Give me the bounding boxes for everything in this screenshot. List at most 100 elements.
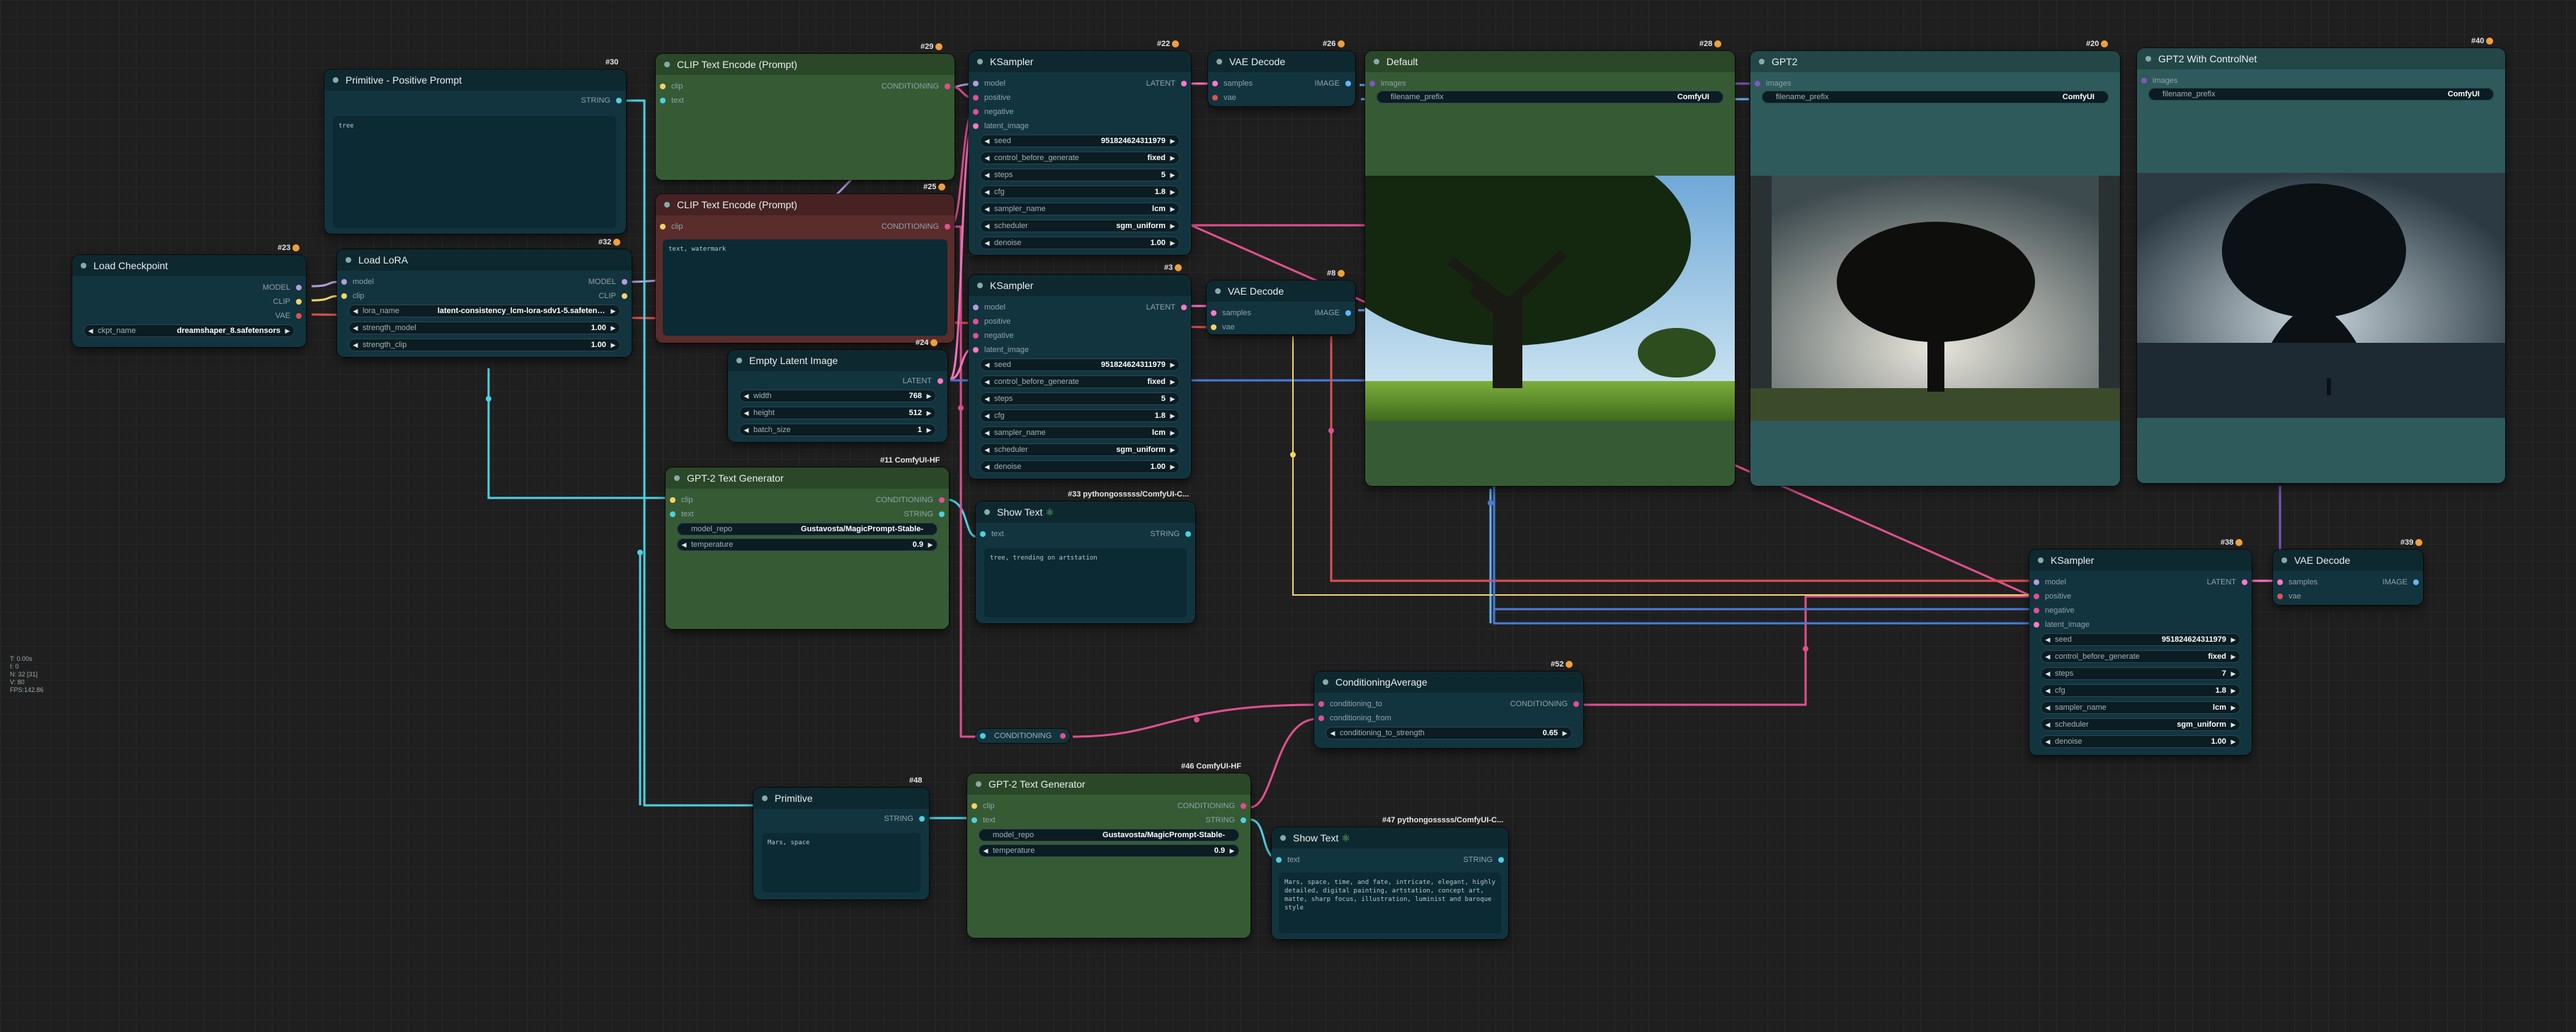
output-conditioning[interactable]: CONDITIONING — [882, 221, 939, 232]
input-clip[interactable]: clip — [983, 800, 995, 812]
widget-scheduler[interactable]: ◀ scheduler sgm_uniform ▶ — [2041, 718, 2240, 731]
pin[interactable] — [1755, 81, 1760, 86]
pin[interactable] — [670, 511, 676, 517]
output-image[interactable]: IMAGE — [1315, 307, 1340, 319]
input-latent-image[interactable]: latent_image — [984, 120, 1029, 132]
pin[interactable] — [2141, 78, 2147, 84]
input-model[interactable]: model — [353, 276, 374, 288]
output-latent[interactable]: LATENT — [903, 375, 932, 387]
pin[interactable] — [616, 98, 622, 103]
node-ksampler-b[interactable]: KSampler model positive negative latent_… — [969, 275, 1191, 479]
input-images[interactable]: images — [2153, 75, 2177, 86]
node-clip-text-encode-negative[interactable]: CLIP Text Encode (Prompt) clip CONDITION… — [656, 194, 954, 343]
node-ksampler-c[interactable]: KSampler model positive negative latent_… — [2029, 550, 2252, 755]
widget-temperature[interactable]: ◀ temperature 0.9 ▶ — [677, 538, 937, 551]
input-vae[interactable]: vae — [1224, 92, 1236, 103]
pin[interactable] — [1276, 857, 1282, 863]
node-save-image-controlnet[interactable]: GPT2 With ControlNet images filename_pre… — [2137, 48, 2505, 483]
pin[interactable] — [973, 333, 979, 339]
widget-control-before-generate[interactable]: ◀ control_before_generate fixed ▶ — [980, 375, 1180, 388]
output-latent[interactable]: LATENT — [1146, 78, 1175, 89]
pin[interactable] — [1498, 857, 1504, 863]
pin[interactable] — [296, 299, 302, 305]
input-positive[interactable]: positive — [2045, 591, 2071, 602]
input-text[interactable]: text — [671, 95, 684, 106]
widget-control-before-generate[interactable]: ◀ control_before_generate fixed ▶ — [2041, 650, 2240, 663]
node-title[interactable]: Show Text ⚛ — [1272, 827, 1508, 849]
widget-ckpt-name[interactable]: ◀ ckpt_name dreamshaper_8.safetensors ▶ — [84, 324, 295, 337]
input-latent-image[interactable]: latent_image — [2045, 619, 2090, 630]
input-model[interactable]: model — [984, 78, 1005, 89]
widget-denoise[interactable]: ◀ denoise 1.00 ▶ — [2041, 735, 2240, 748]
node-title[interactable]: VAE Decode — [2273, 550, 2423, 571]
reroute-node[interactable]: CONDITIONING — [976, 729, 1071, 743]
negative-prompt-textarea[interactable]: text, watermark — [663, 239, 947, 336]
node-title[interactable]: Load LoRA — [337, 249, 632, 271]
input-clip[interactable]: clip — [353, 290, 365, 302]
input-samples[interactable]: samples — [1222, 307, 1251, 319]
output-image[interactable]: IMAGE — [2383, 577, 2407, 588]
output-string[interactable]: STRING — [581, 95, 610, 106]
widget-cfg[interactable]: ◀ cfg 1.8 ▶ — [2041, 684, 2240, 697]
pin[interactable] — [296, 285, 302, 290]
widget-lora-name[interactable]: ◀ lora_name latent-consistency_lcm-lora-sd… — [348, 305, 620, 317]
pin[interactable] — [1185, 531, 1191, 537]
node-title[interactable]: CLIP Text Encode (Prompt) — [656, 194, 954, 215]
pin[interactable] — [945, 84, 950, 89]
node-title[interactable]: Empty Latent Image — [728, 350, 947, 371]
input-model[interactable]: model — [2045, 577, 2066, 588]
node-vae-decode-a[interactable]: VAE Decode samples vae IMAGE — [1208, 51, 1355, 106]
node-save-image-gpt2[interactable]: GPT2 images filename_prefix ComfyUI — [1750, 51, 2120, 486]
node-empty-latent-image[interactable]: Empty Latent Image LATENT ◀ width 768 ▶ ◀ he… — [728, 350, 947, 442]
widget-scheduler[interactable]: ◀ scheduler sgm_uniform ▶ — [980, 220, 1180, 232]
node-title[interactable]: GPT-2 Text Generator — [666, 467, 949, 489]
output-string[interactable]: STRING — [884, 813, 913, 824]
pin[interactable] — [660, 224, 666, 229]
output-image-preview[interactable] — [1365, 133, 1735, 421]
widget-strength-model[interactable]: ◀ strength_model 1.00 ▶ — [348, 322, 620, 334]
widget-filename-prefix[interactable]: filename_prefix ComfyUI — [1377, 91, 1723, 103]
node-title[interactable]: Load Checkpoint — [72, 255, 306, 276]
pin[interactable] — [973, 109, 979, 115]
output-image-preview[interactable] — [1750, 176, 2120, 421]
node-title[interactable]: Show Text ⚛ — [976, 501, 1195, 523]
input-conditioning-to[interactable]: conditioning_to — [1330, 698, 1382, 710]
output-string[interactable]: STRING — [904, 509, 933, 520]
input-clip[interactable]: clip — [671, 81, 683, 92]
widget-denoise[interactable]: ◀ denoise 1.00 ▶ — [980, 237, 1180, 249]
node-primitive-positive-prompt[interactable]: Primitive - Positive Prompt STRING tree — [324, 69, 626, 234]
pin[interactable] — [919, 816, 925, 822]
output-image[interactable]: IMAGE — [1315, 78, 1340, 89]
node-title[interactable]: VAE Decode — [1208, 51, 1355, 72]
pin[interactable] — [2277, 579, 2283, 585]
node-title[interactable]: ConditioningAverage — [1314, 671, 1583, 693]
pin[interactable] — [1181, 305, 1187, 310]
widget-cfg[interactable]: ◀ cfg 1.8 ▶ — [980, 409, 1180, 422]
node-primitive-b[interactable]: Primitive STRING Mars, space — [753, 788, 929, 900]
input-latent-image[interactable]: latent_image — [984, 344, 1029, 356]
input-model[interactable]: model — [984, 302, 1005, 313]
prompt-textarea[interactable]: tree — [333, 116, 616, 228]
input-positive[interactable]: positive — [984, 92, 1010, 103]
input-negative[interactable]: negative — [984, 106, 1014, 118]
pin[interactable] — [1369, 81, 1375, 86]
pin[interactable] — [660, 84, 666, 89]
output-model[interactable]: MODEL — [588, 276, 616, 288]
pin[interactable] — [2034, 608, 2039, 613]
widget-steps[interactable]: ◀ steps 5 ▶ — [980, 392, 1180, 405]
widget-filename-prefix[interactable]: filename_prefix ComfyUI — [2148, 88, 2494, 101]
pin[interactable] — [980, 733, 986, 739]
pin[interactable] — [660, 98, 666, 103]
node-title[interactable]: CLIP Text Encode (Prompt) — [656, 54, 954, 75]
widget-sampler-name[interactable]: ◀ sampler_name lcm ▶ — [980, 426, 1180, 439]
pin[interactable] — [1181, 81, 1187, 86]
output-latent[interactable]: LATENT — [2207, 577, 2236, 588]
output-string[interactable]: STRING — [1205, 815, 1235, 826]
pin[interactable] — [341, 293, 347, 299]
pin[interactable] — [2034, 594, 2039, 599]
output-model[interactable]: MODEL — [263, 282, 290, 293]
widget-conditioning-to-strength[interactable]: ◀ conditioning_to_strength 0.65 ▶ — [1326, 727, 1572, 739]
widget-denoise[interactable]: ◀ denoise 1.00 ▶ — [980, 460, 1180, 473]
node-show-text-b[interactable]: Show Text ⚛ text STRING Mars, space, tim… — [1272, 827, 1508, 939]
output-string[interactable]: STRING — [1150, 528, 1180, 540]
